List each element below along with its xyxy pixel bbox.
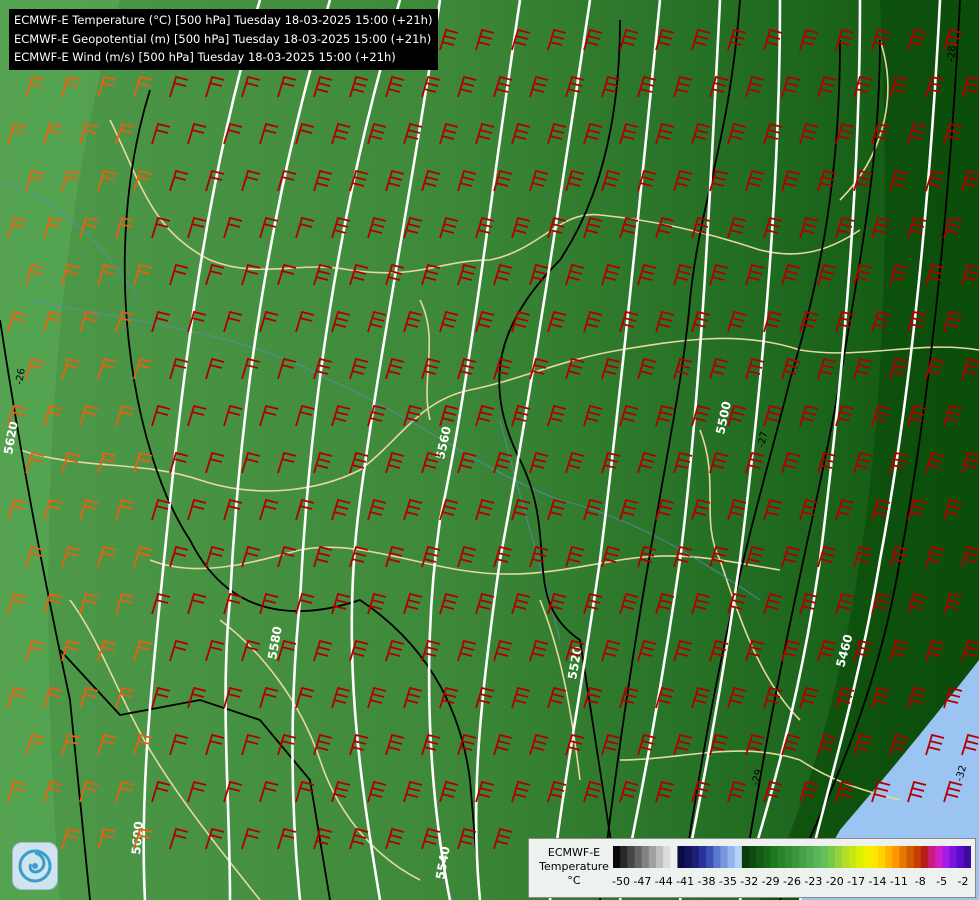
legend-swatch — [634, 846, 643, 868]
legend-swatch — [749, 846, 757, 868]
legend-swatch — [913, 846, 922, 868]
temperature-legend: ECMWF-E Temperature °C -50 -47 -44 -41 -38 -3… — [528, 838, 976, 898]
legend-swatch — [655, 846, 664, 868]
legend-color-bar — [613, 846, 971, 868]
legend-swatch — [942, 846, 951, 868]
legend-swatch — [870, 846, 879, 868]
legend-swatch — [792, 846, 800, 868]
legend-swatch — [892, 846, 900, 868]
legend-tick: -23 — [804, 875, 823, 888]
legend-swatch — [698, 846, 707, 868]
legend-swatch — [677, 846, 686, 868]
legend-tick-labels: -50 -47 -44 -41 -38 -35 -32 -29 -26 -23 -20 -17 -14-… — [612, 875, 971, 891]
weather-swirl-icon — [12, 842, 58, 890]
legend-swatch — [613, 846, 621, 868]
legend-tick: -38 — [697, 875, 716, 888]
legend-swatch — [963, 846, 971, 868]
legend-swatch — [834, 846, 843, 868]
legend-swatch — [756, 846, 764, 868]
legend-tick: -20 — [825, 875, 844, 888]
legend-tick: -17 — [847, 875, 866, 888]
legend-tick: -47 — [633, 875, 652, 888]
legend-swatch — [648, 846, 657, 868]
legend-swatch — [856, 846, 865, 868]
legend-swatch — [741, 846, 750, 868]
legend-swatch — [949, 846, 958, 868]
legend-swatch — [620, 846, 628, 868]
legend-swatch — [713, 846, 721, 868]
title-geopotential: ECMWF-E Geopotential (m) [500 hPa] Tuesd… — [14, 31, 432, 46]
legend-swatch — [813, 846, 822, 868]
legend-swatch — [827, 846, 836, 868]
legend-swatch — [627, 846, 635, 868]
legend-swatch — [734, 846, 743, 868]
legend-swatch — [863, 846, 872, 868]
legend-tick: -5 — [936, 875, 948, 888]
legend-swatch — [770, 846, 779, 868]
legend-swatch — [820, 846, 829, 868]
legend-tick: -14 — [868, 875, 887, 888]
legend-tick: -26 — [783, 875, 801, 888]
legend-swatch — [663, 846, 671, 868]
legend-swatch — [899, 846, 908, 868]
legend-swatch — [935, 846, 943, 868]
legend-swatch — [885, 846, 893, 868]
legend-tick: -2 — [957, 875, 969, 888]
legend-swatch — [706, 846, 714, 868]
legend-swatch — [920, 846, 929, 868]
legend-swatch — [956, 846, 965, 868]
legend-swatch — [849, 846, 857, 868]
legend-swatch — [842, 846, 850, 868]
legend-tick: -50 — [612, 875, 630, 888]
legend-tick: -29 — [761, 875, 780, 888]
legend-swatch — [670, 846, 678, 868]
map-title-box: ECMWF-E Temperature (°C) [500 hPa] Tuesd… — [9, 9, 439, 70]
legend-tick: -32 — [740, 875, 759, 888]
legend-swatch — [928, 846, 936, 868]
legend-swatch — [691, 846, 700, 868]
legend-swatch — [641, 846, 650, 868]
legend-tick: -8 — [914, 875, 926, 888]
legend-swatch — [877, 846, 886, 868]
legend-swatch — [763, 846, 772, 868]
legend-swatch — [727, 846, 736, 868]
weather-map: 5620 5600 5580 5560 5540 5520 5500 5460 … — [0, 0, 979, 900]
legend-swatch — [806, 846, 814, 868]
legend-swatch — [777, 846, 786, 868]
legend-tick: -44 — [654, 875, 673, 888]
legend-swatch — [906, 846, 915, 868]
title-wind: ECMWF-E Wind (m/s) [500 hPa] Tuesday 18-… — [14, 50, 396, 64]
legend-swatch — [720, 846, 729, 868]
legend-swatch — [684, 846, 693, 868]
legend-tick: -11 — [889, 875, 908, 888]
title-temperature: ECMWF-E Temperature (°C) [500 hPa] Tuesd… — [14, 13, 433, 27]
legend-tick: -41 — [676, 875, 695, 888]
legend-tick: -35 — [718, 875, 737, 888]
legend-swatch — [799, 846, 807, 868]
legend-title: ECMWF-E Temperature °C — [539, 846, 609, 887]
legend-swatch — [784, 846, 793, 868]
temp-label-28: -28 — [946, 45, 958, 62]
